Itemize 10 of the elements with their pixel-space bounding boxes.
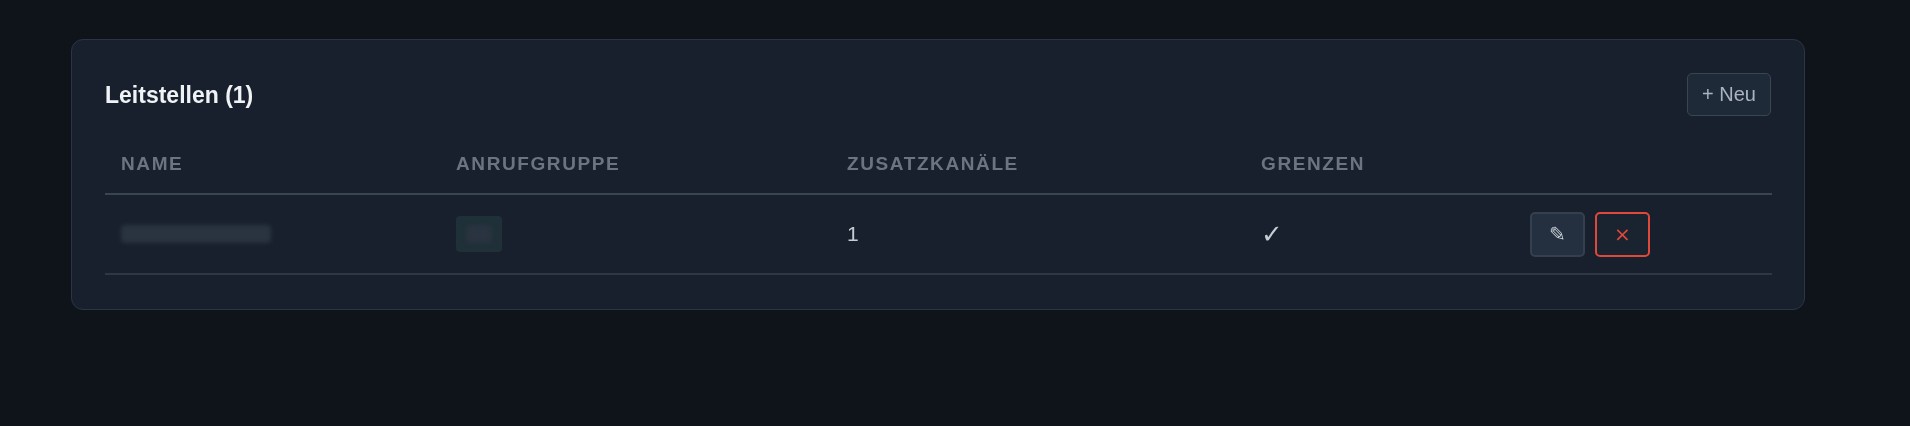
check-mark: ✓ <box>1261 218 1283 250</box>
panel-title: Leitstellen (1) <box>105 82 254 109</box>
edit-button[interactable]: ✎ <box>1530 211 1585 257</box>
delete-button[interactable]: × <box>1595 211 1650 257</box>
column-header: ZUSATZKANÄLE <box>831 153 1245 195</box>
column-header: NAME <box>105 153 440 195</box>
table-cell: 1 <box>847 222 859 246</box>
new-button[interactable]: + Neu <box>1687 73 1771 116</box>
column-header: GRENZEN <box>1245 153 1514 195</box>
column-header: ANRUFGRUPPE <box>440 153 831 195</box>
